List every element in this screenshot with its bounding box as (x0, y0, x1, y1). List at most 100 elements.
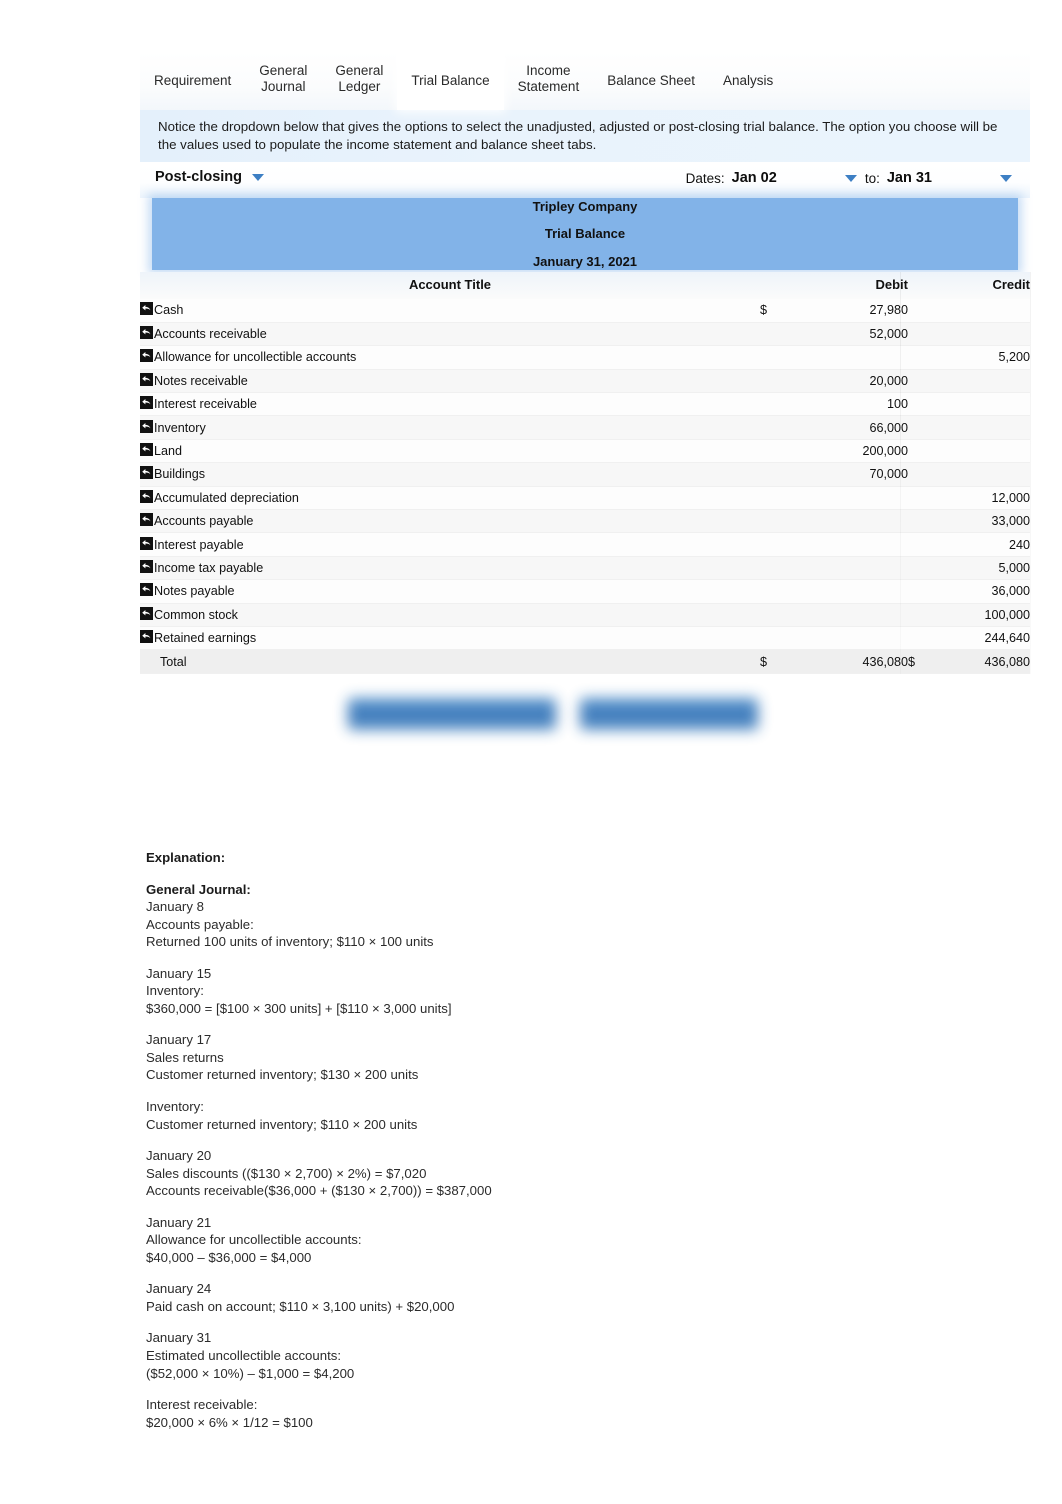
cell-debit (790, 603, 908, 627)
explanation-block: Inventory: Customer returned inventory; $… (146, 1098, 846, 1133)
explanation-block: January 31 Estimated uncollectible accoun… (146, 1329, 846, 1382)
cell-credit (930, 415, 1030, 440)
cell-account-title: Retained earnings (140, 626, 760, 651)
cell-debit-symbol (760, 532, 790, 557)
action-button-2[interactable] (580, 698, 758, 730)
column-header-account-title: Account Title (140, 272, 760, 299)
cell-credit-symbol (908, 603, 930, 627)
cell-debit (790, 579, 908, 604)
cell-debit: 100 (790, 392, 908, 417)
cell-credit-symbol (908, 532, 930, 557)
tab-balance-sheet[interactable]: Balance Sheet (593, 52, 709, 110)
back-arrow-icon[interactable] (140, 606, 153, 620)
cell-debit (790, 556, 908, 581)
total-debit: 436,080 (790, 649, 908, 674)
cell-debit: 20,000 (790, 369, 908, 394)
cell-credit-symbol (908, 299, 930, 323)
cell-account-title: Accounts payable (140, 509, 760, 534)
date-to-value[interactable]: Jan 31 (887, 170, 932, 186)
tab-requirement[interactable]: Requirement (140, 52, 245, 110)
back-arrow-icon[interactable] (140, 536, 153, 550)
chevron-down-icon-to[interactable] (1000, 174, 1012, 182)
info-banner-text: Notice the dropdown below that gives the… (158, 118, 998, 152)
cell-account-title: Accumulated depreciation (140, 486, 760, 511)
back-arrow-icon[interactable] (140, 349, 153, 363)
account-title-label: Allowance for uncollectible accounts (154, 350, 357, 365)
cell-credit-symbol (908, 392, 930, 417)
action-button-1[interactable] (348, 698, 556, 730)
table-row: Land 200,000 (140, 439, 1030, 464)
tab-trial-balance[interactable]: Trial Balance (397, 52, 504, 110)
explanation-line: Returned 100 units of inventory; $110 × … (146, 934, 434, 950)
cell-debit: 27,980 (790, 299, 908, 323)
back-arrow-icon[interactable] (140, 559, 153, 573)
cell-credit: 100,000 (930, 603, 1030, 627)
tab-analysis[interactable]: Analysis (709, 52, 787, 110)
cell-debit (790, 626, 908, 651)
account-title-label: Notes receivable (154, 373, 248, 388)
back-arrow-icon[interactable] (140, 466, 153, 480)
explanation-block: Interest receivable: $20,000 × 6% × 1/12 … (146, 1396, 846, 1431)
cell-credit (930, 462, 1030, 487)
cell-debit (790, 509, 908, 534)
action-button-row (140, 692, 1030, 746)
account-title-label: Inventory (154, 420, 206, 435)
cell-account-title: Buildings (140, 462, 760, 487)
account-title-label: Accounts receivable (154, 327, 267, 342)
table-row: Notes receivable 20,000 (140, 369, 1030, 394)
back-arrow-icon[interactable] (140, 396, 153, 410)
account-title-label: Land (154, 444, 183, 459)
back-arrow-icon[interactable] (140, 443, 153, 457)
explanation-line: January 17 (146, 1032, 212, 1048)
cell-credit: 12,000 (930, 486, 1030, 511)
cell-credit: 5,200 (930, 345, 1030, 370)
cell-debit-symbol (760, 439, 790, 464)
back-arrow-icon[interactable] (140, 489, 153, 503)
account-title-label: Notes payable (154, 584, 235, 599)
back-arrow-icon[interactable] (140, 630, 153, 644)
cell-account-title: Allowance for uncollectible accounts (140, 345, 760, 370)
cell-debit: 66,000 (790, 415, 908, 440)
report-title-banner: Tripley Company Trial Balance January 31… (152, 198, 1018, 270)
tab-bar: Requirement General Journal General Ledger… (140, 52, 1030, 110)
tab-income-statement[interactable]: Income Statement (504, 52, 594, 110)
back-arrow-icon[interactable] (140, 513, 153, 527)
cell-credit-symbol (908, 462, 930, 487)
account-title-label: Interest payable (154, 537, 244, 552)
table-row: Interest payable 240 (140, 532, 1030, 557)
tab-general-journal[interactable]: General Journal (245, 52, 321, 110)
explanation-line: Customer returned inventory; $130 × 200 … (146, 1067, 419, 1083)
explanation-line: Inventory: (146, 1099, 204, 1115)
explanation-line: January 15 (146, 965, 212, 981)
cell-credit-symbol (908, 369, 930, 394)
info-banner: Notice the dropdown below that gives the… (140, 110, 1030, 162)
table-row: Buildings 70,000 (140, 462, 1030, 487)
date-from-value[interactable]: Jan 02 (732, 170, 777, 186)
back-arrow-icon[interactable] (140, 326, 153, 340)
explanation-line: January 8 (146, 899, 204, 915)
cell-debit (790, 345, 908, 370)
back-arrow-icon[interactable] (140, 419, 153, 433)
back-arrow-icon[interactable] (140, 583, 153, 597)
column-header-credit: Credit (908, 272, 1030, 299)
cell-credit: 5,000 (930, 556, 1030, 581)
cell-credit-symbol (908, 439, 930, 464)
explanation-line: January 21 (146, 1214, 212, 1230)
explanation-line: January 31 (146, 1330, 212, 1346)
explanation-block: January 15 Inventory: $360,000 = [$100 × 3… (146, 965, 846, 1018)
cell-credit-symbol (908, 322, 930, 347)
balance-type-value: Post-closing (155, 169, 243, 185)
balance-type-dropdown[interactable]: Post-closing (155, 169, 265, 185)
back-arrow-icon[interactable] (140, 302, 153, 316)
explanation-line: Estimated uncollectible accounts: (146, 1348, 341, 1364)
back-arrow-icon[interactable] (140, 372, 153, 386)
account-title-label: Interest receivable (154, 397, 257, 412)
explanation-block: January 21 Allowance for uncollectible ac… (146, 1214, 846, 1267)
cell-credit (930, 322, 1030, 347)
account-title-label: Retained earnings (154, 631, 257, 646)
total-label: Total (140, 649, 760, 674)
chevron-down-icon-from[interactable] (844, 174, 857, 182)
cell-account-title: Interest receivable (140, 392, 760, 417)
explanation-body: General Journal: January 8 Accounts payabl… (146, 881, 846, 1432)
tab-general-ledger[interactable]: General Ledger (321, 52, 397, 110)
